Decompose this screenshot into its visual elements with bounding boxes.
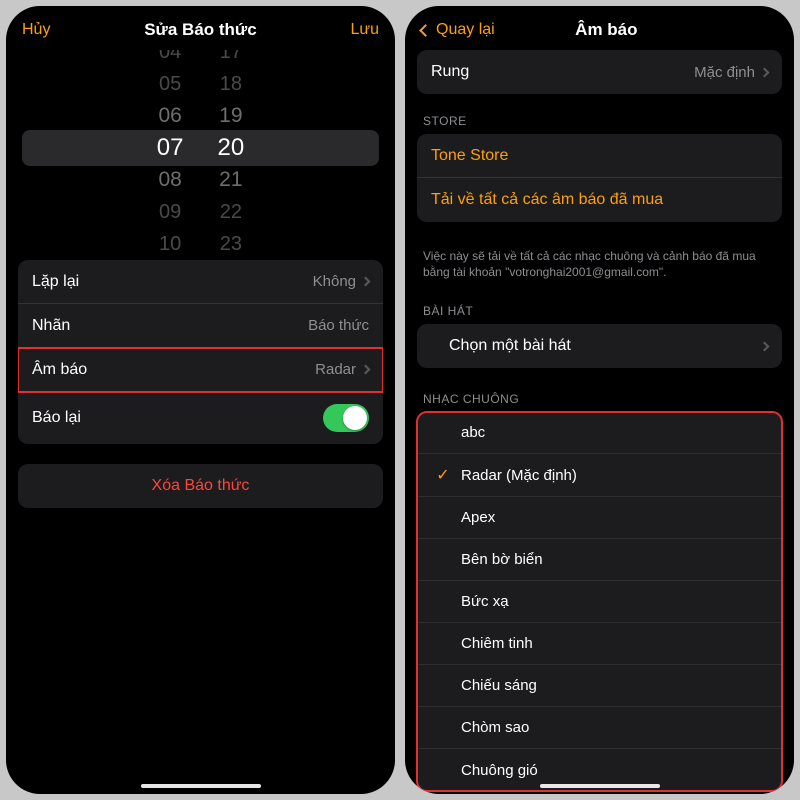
ringtone-item[interactable]: Chiêm tinh [417, 623, 782, 665]
store-group: Tone Store Tải về tất cả các âm báo đã m… [417, 134, 782, 222]
home-indicator[interactable] [141, 784, 261, 788]
ringtone-section-header: NHẠC CHUÔNG [417, 382, 782, 412]
checkmark-icon: ✓ [435, 465, 451, 485]
ringtone-item[interactable]: Bên bờ biển [417, 539, 782, 581]
alarm-options-group: Lặp lại Không Nhãn Báo thức Âm báo Radar… [18, 260, 383, 444]
snooze-row: Báo lại [18, 392, 383, 444]
save-button[interactable]: Lưu [350, 21, 379, 39]
back-button[interactable]: Quay lại [421, 21, 495, 39]
header: Hủy Sửa Báo thức Lưu [6, 6, 395, 50]
tone-store-row[interactable]: Tone Store [417, 134, 782, 178]
chevron-right-icon [760, 341, 770, 351]
edit-alarm-screen: Hủy Sửa Báo thức Lưu 04 05 06 07 08 09 1… [6, 6, 395, 794]
screen-title: Sửa Báo thức [144, 20, 256, 40]
ringtone-item[interactable]: Chòm sao [417, 707, 782, 749]
song-section-header: BÀI HÁT [417, 294, 782, 324]
chevron-left-icon [419, 24, 432, 37]
minute-column[interactable]: 17 18 19 20 21 22 23 [218, 58, 245, 238]
chevron-right-icon [361, 277, 371, 287]
screen-title: Âm báo [575, 20, 637, 40]
store-section-header: STORE [417, 104, 782, 134]
ringtone-item[interactable]: abc [417, 412, 782, 454]
sound-picker-screen: Quay lại Âm báo Rung Mặc định STORE Tone… [405, 6, 794, 794]
chevron-right-icon [760, 67, 770, 77]
cancel-button[interactable]: Hủy [22, 21, 50, 39]
vibration-row[interactable]: Rung Mặc định [417, 50, 782, 94]
time-picker[interactable]: 04 05 06 07 08 09 10 17 18 19 20 21 22 2… [22, 58, 379, 238]
store-note: Việc này sẽ tải về tất cả các nhạc chuôn… [417, 242, 782, 294]
ringtone-list: abc ✓Radar (Mặc định) Apex Bên bờ biển B… [417, 412, 782, 791]
ringtone-item[interactable]: Chiếu sáng [417, 665, 782, 707]
header: Quay lại Âm báo [405, 6, 794, 50]
ringtone-item[interactable]: Apex [417, 497, 782, 539]
delete-alarm-button[interactable]: Xóa Báo thức [18, 464, 383, 508]
ringtone-item[interactable]: Bức xạ [417, 581, 782, 623]
snooze-toggle[interactable] [323, 404, 369, 432]
sound-row[interactable]: Âm báo Radar [18, 348, 383, 392]
pick-song-row[interactable]: Chọn một bài hát [417, 324, 782, 368]
ringtone-item-selected[interactable]: ✓Radar (Mặc định) [417, 454, 782, 497]
home-indicator[interactable] [540, 784, 660, 788]
download-purchased-row[interactable]: Tải về tất cả các âm báo đã mua [417, 178, 782, 222]
chevron-right-icon [361, 365, 371, 375]
label-row[interactable]: Nhãn Báo thức [18, 304, 383, 348]
hour-column[interactable]: 04 05 06 07 08 09 10 [157, 58, 184, 238]
repeat-row[interactable]: Lặp lại Không [18, 260, 383, 304]
